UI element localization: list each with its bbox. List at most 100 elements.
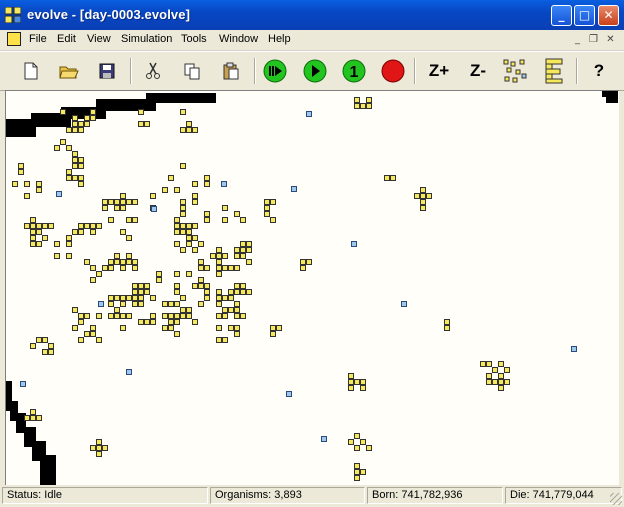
organism-cell <box>222 217 228 223</box>
organism-cell <box>198 241 204 247</box>
organism-cell <box>216 289 222 295</box>
organism-cell <box>150 313 156 319</box>
organism-cell <box>78 181 84 187</box>
resize-grip[interactable] <box>610 493 622 505</box>
organism-cell <box>72 325 78 331</box>
stop-button[interactable] <box>380 58 406 84</box>
save-icon <box>99 63 115 79</box>
organism-cell <box>186 127 192 133</box>
simulation-canvas[interactable] <box>5 90 619 485</box>
organism-cell <box>198 301 204 307</box>
fast-forward-icon <box>263 59 287 83</box>
menu-simulation[interactable]: Simulation <box>121 33 172 45</box>
organism-cell <box>24 181 30 187</box>
organism-cell <box>222 295 228 301</box>
toolbar-separator <box>576 58 578 84</box>
menu-window[interactable]: Window <box>219 33 258 45</box>
organism-cell <box>348 385 354 391</box>
organism-cell <box>234 325 240 331</box>
fast-forward-button[interactable] <box>262 58 288 84</box>
minimize-button[interactable]: _ <box>551 5 572 26</box>
organism-cell <box>264 205 270 211</box>
organism-cell <box>180 127 186 133</box>
new-button[interactable] <box>18 58 44 84</box>
organism-cell <box>192 223 198 229</box>
menu-tools[interactable]: Tools <box>181 33 207 45</box>
organism-cell <box>204 217 210 223</box>
organism-cell <box>264 211 270 217</box>
organism-cell <box>108 217 114 223</box>
organism-view-button[interactable] <box>541 58 567 84</box>
organism-cell <box>102 265 108 271</box>
organism-cell <box>102 445 108 451</box>
maximize-button[interactable]: □ <box>574 5 595 26</box>
organism-cell <box>90 331 96 337</box>
mdi-restore-button[interactable]: ❐ <box>587 33 600 46</box>
organism-cell <box>180 247 186 253</box>
copy-button[interactable] <box>179 58 205 84</box>
menu-file[interactable]: File <box>29 33 47 45</box>
save-button[interactable] <box>94 58 120 84</box>
organism-cell <box>420 199 426 205</box>
organism-cell <box>120 229 126 235</box>
organism-cell <box>276 325 282 331</box>
step-once-button[interactable]: 1 <box>341 58 367 84</box>
menu-edit[interactable]: Edit <box>57 33 76 45</box>
help-button[interactable]: ? <box>586 58 612 84</box>
organism-cell <box>204 265 210 271</box>
step-once-label: 1 <box>350 64 359 81</box>
organism-cell <box>126 259 132 265</box>
organism-view-icon <box>545 58 563 84</box>
organism-cell <box>240 217 246 223</box>
organism-cell <box>204 181 210 187</box>
paste-button[interactable] <box>218 58 244 84</box>
spore-cell <box>56 191 62 197</box>
organism-cell <box>42 223 48 229</box>
document-icon[interactable] <box>7 32 21 46</box>
play-button[interactable] <box>302 58 328 84</box>
scatter-view-button[interactable] <box>502 58 528 84</box>
mdi-close-button[interactable]: ✕ <box>604 33 617 46</box>
open-button[interactable] <box>56 58 82 84</box>
zoom-in-button[interactable]: Z+ <box>424 58 454 84</box>
organism-cell <box>96 313 102 319</box>
organism-cell <box>504 379 510 385</box>
organism-cell <box>174 271 180 277</box>
organism-cell <box>246 289 252 295</box>
title-bar[interactable]: evolve - [day-0003.evolve] _ □ ✕ <box>0 0 624 30</box>
organism-cell <box>174 319 180 325</box>
spore-cell <box>571 346 577 352</box>
organism-cell <box>216 301 222 307</box>
copy-icon <box>184 63 200 80</box>
organism-cell <box>54 145 60 151</box>
organism-cell <box>132 217 138 223</box>
organism-cell <box>72 307 78 313</box>
organism-cell <box>138 301 144 307</box>
mdi-minimize-button[interactable]: _ <box>571 33 584 46</box>
close-button[interactable]: ✕ <box>598 5 619 26</box>
organism-cell <box>120 205 126 211</box>
organism-cell <box>90 277 96 283</box>
organism-cell <box>354 379 360 385</box>
organism-cell <box>132 283 138 289</box>
organism-cell <box>360 385 366 391</box>
organism-cell <box>144 121 150 127</box>
barrier-wall <box>146 93 216 103</box>
organism-cell <box>54 253 60 259</box>
organism-cell <box>234 253 240 259</box>
organism-cell <box>354 103 360 109</box>
organism-cell <box>234 247 240 253</box>
organism-cell <box>96 271 102 277</box>
cut-button[interactable] <box>140 58 166 84</box>
zoom-out-button[interactable]: Z- <box>463 58 493 84</box>
organism-cell <box>228 289 234 295</box>
organism-cell <box>66 175 72 181</box>
menu-view[interactable]: View <box>87 33 111 45</box>
organism-cell <box>132 265 138 271</box>
organism-cell <box>204 211 210 217</box>
menu-help[interactable]: Help <box>268 33 291 45</box>
organism-cell <box>72 127 78 133</box>
organism-cell <box>108 265 114 271</box>
organism-cell <box>186 241 192 247</box>
organism-cell <box>234 211 240 217</box>
